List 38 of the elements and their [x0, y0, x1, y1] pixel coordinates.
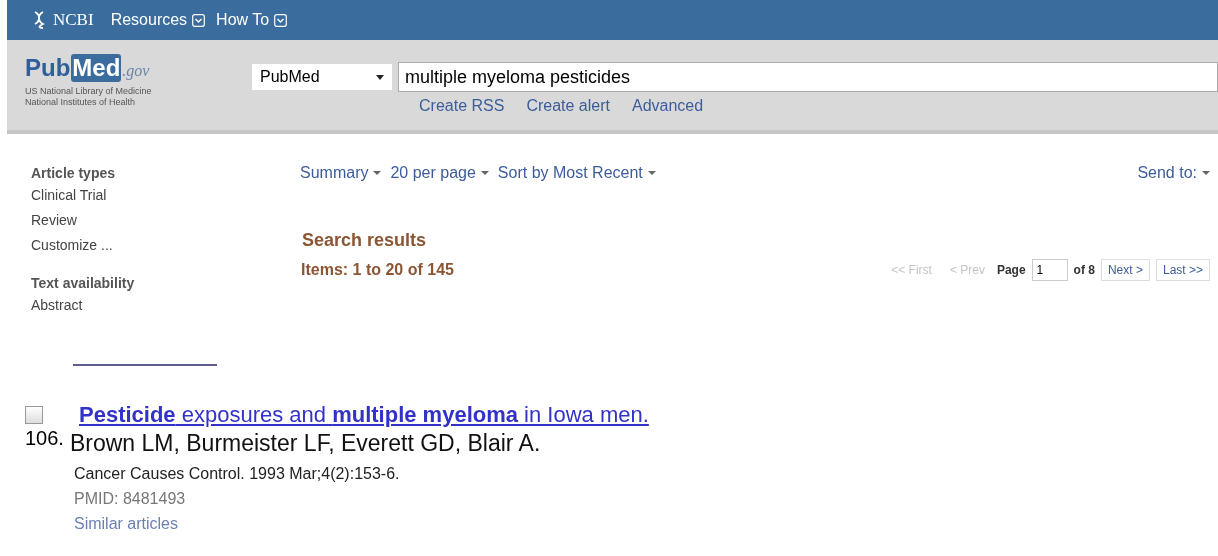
page-number-field[interactable]: 1: [1031, 259, 1068, 281]
filter-link[interactable]: Customize ...: [31, 233, 268, 258]
page-label: Page: [996, 263, 1026, 277]
nav-menu[interactable]: Resources: [110, 11, 188, 29]
filter-link[interactable]: Abstract: [31, 293, 268, 318]
filter-heading: Article types: [31, 164, 117, 183]
dna-icon: [32, 11, 46, 29]
dropdown-icon[interactable]: [192, 13, 206, 27]
search-field[interactable]: multiple myeloma pesticides: [398, 62, 1218, 92]
organization-name: US National Library of Medicine: [25, 86, 153, 97]
results-heading: Search results: [302, 230, 428, 251]
last-page-button[interactable]: Last >>: [1155, 259, 1210, 281]
display-option[interactable]: 20 per page: [390, 164, 489, 182]
filter-heading: Text availability: [31, 274, 136, 293]
search-link[interactable]: Create RSS: [419, 97, 505, 115]
search-link[interactable]: Advanced: [631, 97, 704, 115]
article-citation: Cancer Causes Control. 1993 Mar;4(2):153-6.: [74, 464, 401, 484]
display-option[interactable]: Summary: [300, 164, 382, 182]
next-page-button[interactable]: Next >: [1100, 259, 1150, 281]
ncbi-brand[interactable]: NCBI: [53, 10, 94, 30]
similar-articles-link[interactable]: Similar articles: [74, 511, 1218, 536]
article-title-link[interactable]: Pesticide exposures and multiple myeloma in Iowa men.: [79, 402, 649, 428]
pubmed-logo[interactable]: PubMed.gov: [25, 54, 150, 82]
organization-name: National Institutes of Health: [25, 97, 137, 108]
filter-link[interactable]: Clinical Trial: [31, 183, 268, 208]
article-authors: Brown LM, Burmeister LF, Everett GD, Blair A.: [69, 430, 541, 457]
page-total: of 8: [1073, 263, 1095, 277]
database-select[interactable]: PubMed: [252, 64, 392, 90]
search-link[interactable]: Create alert: [526, 97, 610, 115]
result-checkbox[interactable]: [25, 406, 43, 424]
display-option[interactable]: Sort by Most Recent: [497, 164, 656, 182]
send-to-menu[interactable]: Send to:: [1137, 164, 1210, 182]
nav-menu[interactable]: How To: [216, 11, 270, 29]
article-pmid: PMID: 8481493: [74, 489, 187, 509]
result-number: 106.: [25, 427, 64, 450]
filter-link[interactable]: Review: [31, 208, 268, 233]
results-count: Items: 1 to 20 of 145: [301, 261, 455, 279]
dropdown-icon[interactable]: [274, 13, 288, 27]
